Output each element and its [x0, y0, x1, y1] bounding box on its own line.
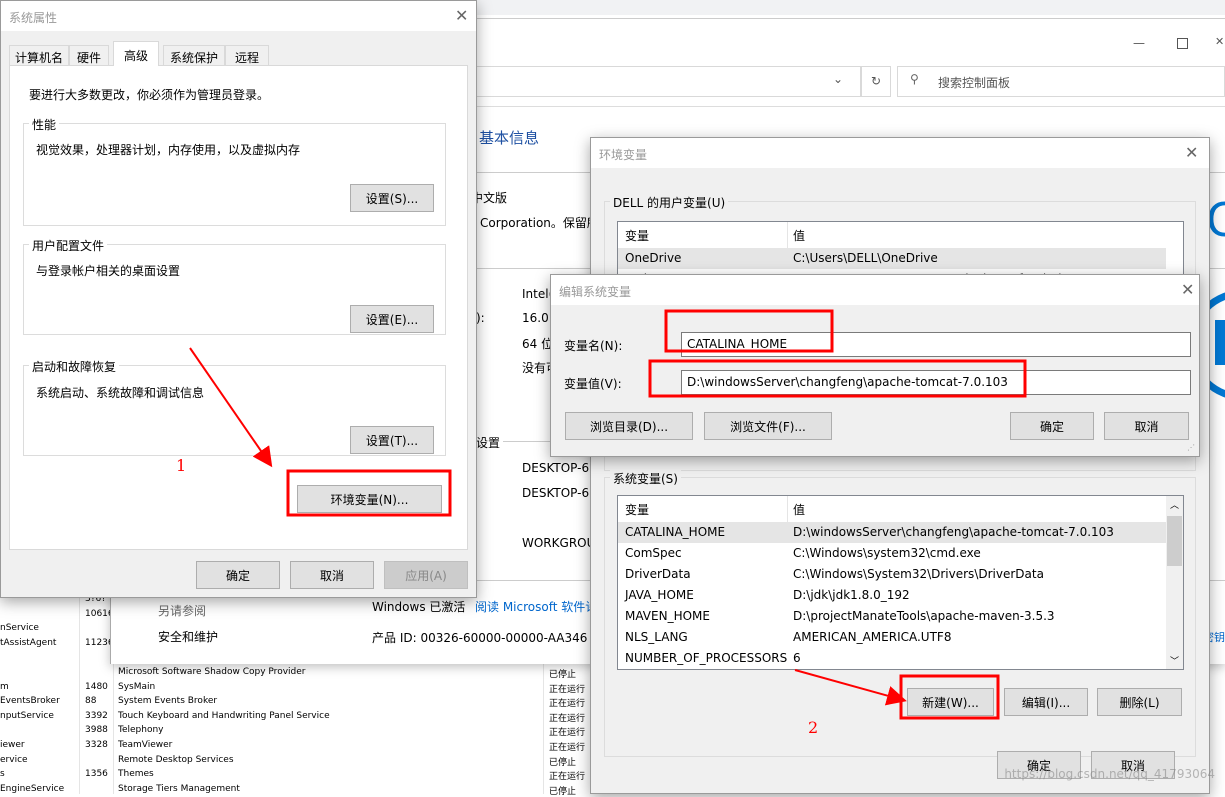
tab-1[interactable]: 硬件 [69, 45, 109, 65]
highlight-new-button [899, 674, 1000, 720]
tab-0[interactable]: 计算机名 [9, 45, 69, 65]
highlight-variable-value [648, 359, 1027, 398]
watermark: https://blog.csdn.net/qq_41793064 [1004, 767, 1215, 781]
highlight-variable-name [664, 309, 834, 353]
tab-4[interactable]: 远程 [225, 45, 269, 65]
tab-2[interactable]: 高级 [113, 41, 159, 66]
step-2-label: 2 [808, 718, 819, 737]
highlight-env-button [286, 469, 452, 517]
tab-3[interactable]: 系统保护 [163, 45, 225, 65]
arrow-2 [794, 669, 907, 706]
arrow-1 [189, 347, 273, 468]
annotation-overlay [189, 309, 1027, 720]
step-1-label: 1 [176, 456, 187, 475]
